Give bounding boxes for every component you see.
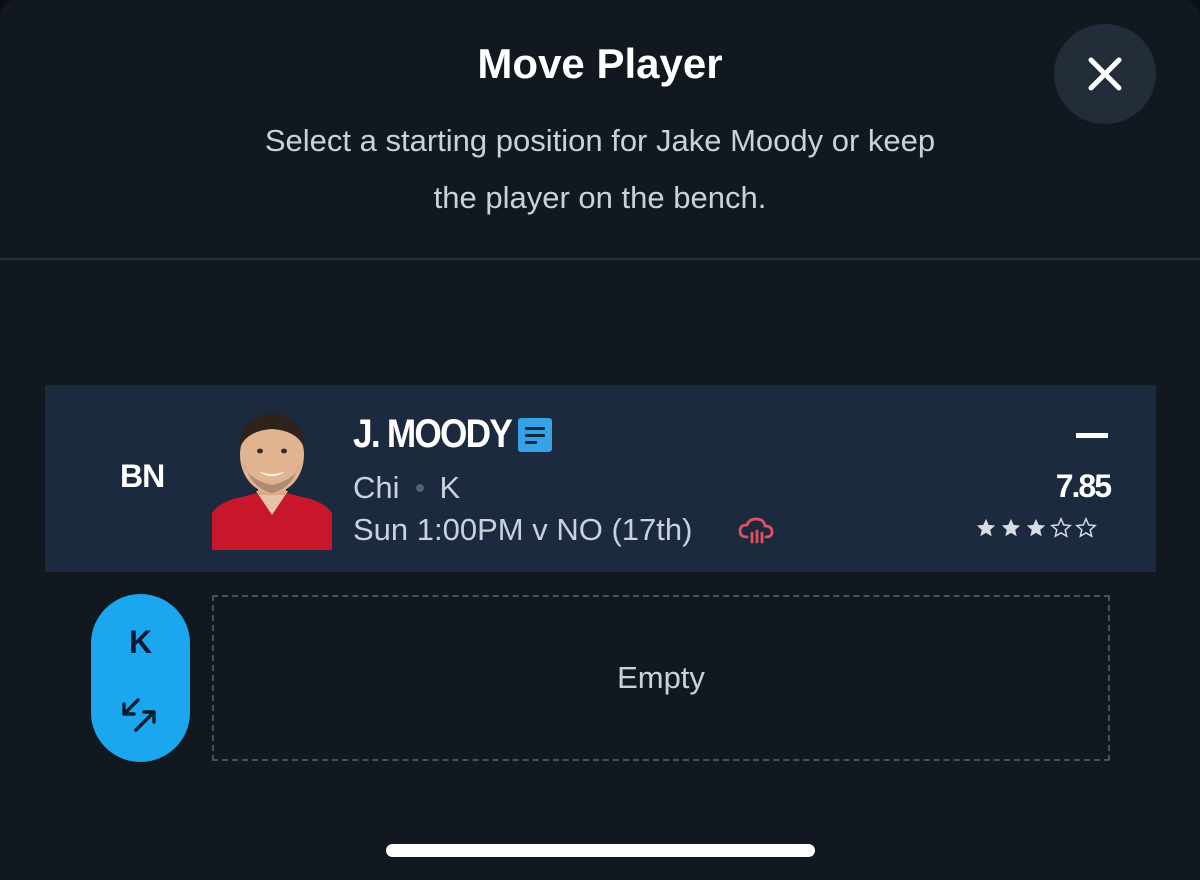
close-button[interactable] — [1054, 24, 1156, 124]
sheet-header: Move Player Select a starting position f… — [0, 0, 1200, 260]
player-team: Chi — [353, 470, 400, 505]
player-avatar — [212, 405, 332, 550]
star-empty-icon — [1050, 517, 1072, 538]
empty-slot-label: Empty — [617, 660, 705, 695]
player-position: K — [439, 470, 461, 505]
player-name[interactable]: J. MOODY — [353, 412, 513, 457]
empty-kicker-slot[interactable]: Empty — [212, 595, 1110, 761]
separator-dot — [415, 484, 424, 492]
page-title: Move Player — [477, 40, 723, 87]
player-rating — [975, 517, 1097, 539]
star-filled-icon — [1026, 518, 1046, 537]
star-filled-icon — [1001, 518, 1021, 537]
slot-position-label: K — [128, 624, 153, 660]
bench-slot-label: BN — [120, 458, 165, 494]
projection-dash — [1076, 433, 1108, 438]
game-info: Sun 1:00PM v NO (17th) — [353, 512, 693, 547]
home-indicator[interactable] — [386, 844, 815, 857]
projected-points: 7.85 — [1055, 468, 1112, 504]
team-position: Chi K — [353, 470, 460, 506]
rain-cloud-icon[interactable] — [738, 517, 774, 545]
star-empty-icon — [1075, 517, 1097, 538]
close-icon — [1088, 57, 1122, 91]
move-player-sheet: Move Player Select a starting position f… — [0, 0, 1200, 880]
kicker-slot-swap-button[interactable]: K — [91, 594, 190, 762]
news-note-icon[interactable] — [518, 418, 552, 452]
swap-arrows-icon — [122, 698, 156, 732]
page-subtitle: Select a starting position for Jake Mood… — [264, 123, 936, 215]
star-filled-icon — [976, 518, 996, 537]
